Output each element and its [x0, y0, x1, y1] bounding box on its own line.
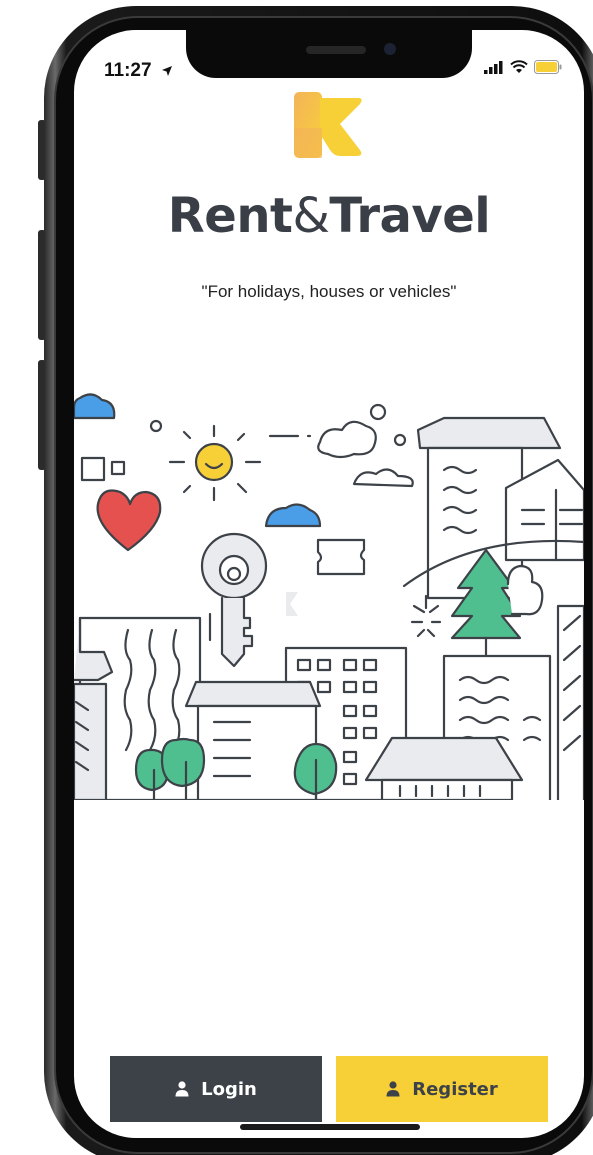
- heart-icon: [96, 489, 162, 552]
- key-icon: [200, 532, 268, 668]
- location-arrow-icon: [161, 65, 172, 76]
- wifi-icon: [510, 60, 528, 73]
- brand-title: Rent&Travel: [74, 188, 584, 244]
- battery-icon: [534, 60, 562, 74]
- brand-ampersand: &: [292, 188, 330, 244]
- phone-notch: [186, 30, 472, 78]
- cloud-icon: [74, 393, 116, 420]
- phone-screen: 11:27 Rent&Travel "For holidays, houses …: [74, 30, 584, 1138]
- user-icon: [175, 1081, 189, 1097]
- city-illustration: [74, 393, 584, 800]
- login-button[interactable]: Login: [110, 1056, 322, 1122]
- brand-part-travel: Travel: [329, 188, 491, 244]
- brand-part-rent: Rent: [167, 188, 293, 244]
- app-screen: 11:27 Rent&Travel "For holidays, houses …: [0, 0, 593, 1155]
- status-time-text: 11:27: [104, 60, 152, 81]
- status-time: 11:27: [104, 60, 173, 82]
- register-button[interactable]: Register: [336, 1056, 548, 1122]
- rent-and-travel-logo: [294, 92, 362, 158]
- front-camera: [384, 43, 396, 55]
- login-button-label: Login: [201, 1078, 257, 1100]
- user-icon: [386, 1081, 400, 1097]
- tagline: "For holidays, houses or vehicles": [201, 282, 457, 301]
- status-icons: [484, 60, 562, 74]
- cellular-signal-icon: [484, 61, 503, 74]
- home-indicator[interactable]: [240, 1124, 420, 1130]
- register-button-label: Register: [412, 1078, 498, 1100]
- sun-icon: [168, 424, 262, 502]
- speaker-grille: [306, 46, 366, 54]
